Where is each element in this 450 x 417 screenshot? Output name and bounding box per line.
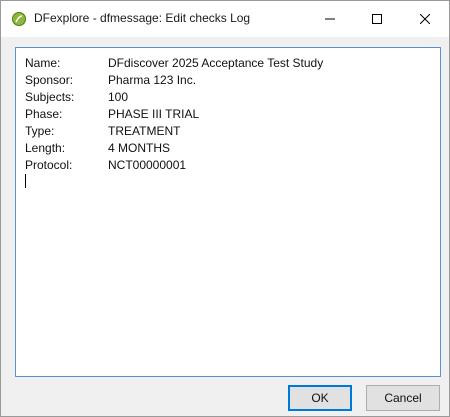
maximize-button[interactable] bbox=[354, 1, 400, 37]
log-label: Sponsor: bbox=[25, 73, 74, 87]
close-button[interactable] bbox=[402, 1, 448, 37]
log-label: Length: bbox=[25, 141, 66, 155]
log-value: TREATMENT bbox=[108, 124, 181, 138]
minimize-icon bbox=[325, 18, 335, 20]
log-text-area[interactable]: Name: DFdiscover 2025 Acceptance Test St… bbox=[15, 47, 441, 377]
log-label: Phase: bbox=[25, 107, 63, 121]
log-label: Protocol: bbox=[25, 158, 73, 172]
log-value: NCT00000001 bbox=[108, 158, 187, 172]
minimize-button[interactable] bbox=[307, 1, 353, 37]
log-value: 100 bbox=[108, 90, 129, 104]
cancel-button[interactable]: Cancel bbox=[366, 385, 440, 411]
log-value: DFdiscover 2025 Acceptance Test Study bbox=[108, 56, 324, 70]
title-bar[interactable]: DFexplore - dfmessage: Edit checks Log bbox=[1, 1, 449, 37]
dialog-window: DFexplore - dfmessage: Edit checks Log N… bbox=[0, 0, 450, 417]
log-label: Subjects: bbox=[25, 90, 75, 104]
dfexplore-app-icon bbox=[12, 12, 26, 26]
log-label: Type: bbox=[25, 124, 55, 138]
maximize-icon bbox=[372, 14, 382, 24]
window-title: DFexplore - dfmessage: Edit checks Log bbox=[34, 11, 251, 25]
ok-button[interactable]: OK bbox=[288, 385, 352, 411]
log-label: Name: bbox=[25, 56, 61, 70]
text-caret bbox=[25, 174, 26, 188]
close-icon bbox=[420, 14, 430, 24]
log-value: PHASE III TRIAL bbox=[108, 107, 200, 121]
log-value: 4 MONTHS bbox=[108, 141, 171, 155]
log-value: Pharma 123 Inc. bbox=[108, 73, 197, 87]
